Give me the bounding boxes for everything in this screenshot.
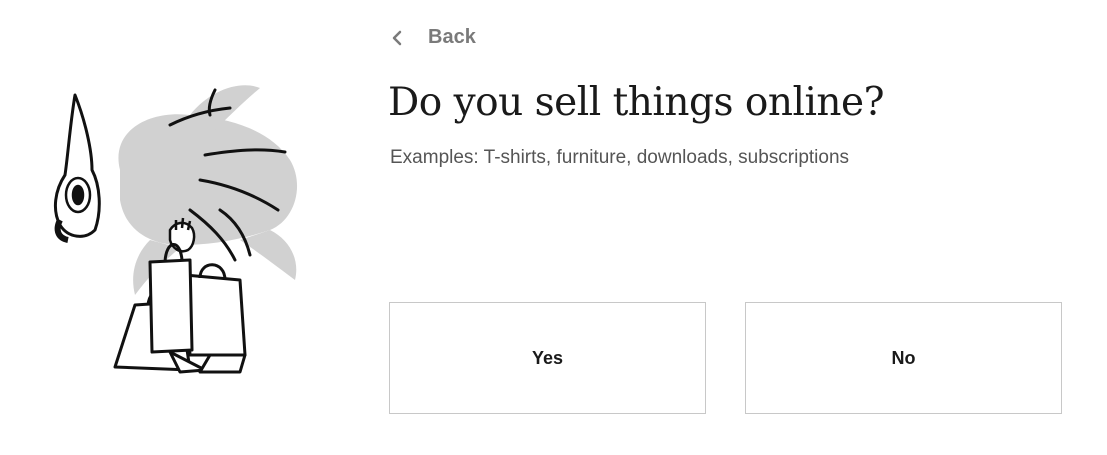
bird-shopping-illustration	[40, 70, 320, 390]
no-button[interactable]: No	[745, 302, 1062, 414]
back-link[interactable]: Back	[390, 26, 476, 49]
no-button-label: No	[891, 347, 916, 368]
page-subtitle: Examples: T-shirts, furniture, downloads…	[390, 147, 850, 168]
back-label: Back	[428, 26, 476, 48]
chevron-left-icon	[390, 28, 404, 48]
yes-button-label: Yes	[531, 347, 564, 368]
page-title: Do you sell things online?	[388, 80, 885, 125]
bird-with-bags-icon	[53, 85, 298, 374]
yes-button[interactable]: Yes	[389, 302, 706, 414]
